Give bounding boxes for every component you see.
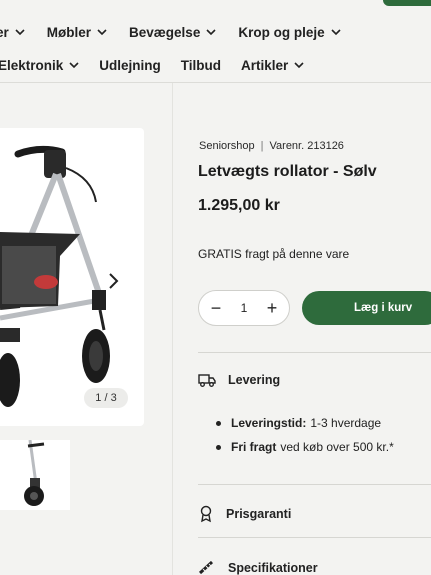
gallery-thumbnail[interactable]	[0, 440, 70, 510]
add-to-cart-button[interactable]: Læg i kurv	[302, 291, 431, 325]
header-button-edge[interactable]	[383, 0, 431, 6]
truck-icon	[198, 374, 216, 387]
product-gallery[interactable]: 1 / 3	[0, 128, 144, 426]
specifications-section-header[interactable]: Specifikationer	[198, 561, 318, 575]
nav-item-label: er	[0, 24, 9, 40]
delivery-section-header[interactable]: Levering	[198, 373, 280, 387]
free-shipping-label: Fri fragt	[231, 440, 277, 454]
delivery-details: Leveringstid: 1-3 hverdage Fri fragt ved…	[216, 411, 394, 459]
nav-item-tilbud[interactable]: Tilbud	[181, 58, 221, 73]
nav-item-artikler[interactable]: Artikler	[241, 58, 304, 73]
nav-item-label: Udlejning	[99, 57, 161, 73]
shipping-note: GRATIS fragt på denne vare	[198, 247, 350, 261]
chevron-down-icon	[15, 28, 25, 35]
image-counter: 1 / 3	[84, 388, 128, 408]
nav-divider	[0, 82, 431, 83]
chevron-down-icon	[331, 28, 341, 35]
chevron-down-icon	[206, 28, 216, 35]
section-divider	[198, 352, 431, 353]
quantity-stepper: − 1 +	[198, 290, 290, 326]
main-nav-row-2: Elektronik Udlejning Tilbud Artikler	[0, 54, 304, 76]
chevron-down-icon	[294, 61, 304, 68]
list-item: Leveringstid: 1-3 hverdage	[216, 411, 394, 435]
nav-item-udlejning[interactable]: Udlejning	[99, 58, 161, 73]
bullet-dot	[216, 420, 221, 426]
section-divider	[198, 484, 431, 485]
nav-item-elektronik[interactable]: Elektronik	[0, 58, 79, 73]
meta-separator: |	[260, 140, 264, 152]
sku-label: Varenr. 213126	[269, 140, 344, 152]
award-icon	[200, 505, 212, 523]
nav-item-krop-og-pleje[interactable]: Krop og pleje	[238, 24, 341, 40]
nav-item-label: Møbler	[46, 24, 92, 40]
delivery-title: Levering	[228, 373, 281, 387]
quantity-decrease-button[interactable]: −	[209, 298, 223, 319]
price-guarantee-title: Prisgaranti	[226, 507, 292, 521]
brand-label: Seniorshop	[199, 140, 255, 152]
specifications-title: Specifikationer	[228, 561, 318, 575]
nav-item-label: Elektronik	[0, 57, 64, 73]
nav-item-partial[interactable]: er	[0, 25, 25, 40]
nav-item-label: Krop og pleje	[238, 24, 325, 40]
delivery-time-value: 1-3 hverdage	[310, 416, 382, 430]
chevron-down-icon	[69, 61, 79, 68]
nav-item-bevaegelse[interactable]: Bevægelse	[129, 25, 216, 40]
section-divider	[198, 537, 431, 538]
list-item: Fri fragt ved køb over 500 kr.*	[216, 435, 394, 459]
add-to-cart-label: Læg i kurv	[354, 302, 413, 314]
price-guarantee-section-header[interactable]: Prisgaranti	[198, 505, 291, 523]
product-meta: Seniorshop | Varenr. 213126	[199, 140, 344, 152]
product-price: 1.295,00 kr	[198, 197, 280, 214]
nav-item-label: Tilbud	[180, 57, 222, 73]
nav-item-mobler[interactable]: Møbler	[47, 25, 107, 40]
thumbnail-image	[24, 440, 45, 506]
nav-item-label: Bevægelse	[129, 24, 201, 40]
chevron-right-icon[interactable]	[104, 268, 124, 294]
quantity-value[interactable]: 1	[241, 301, 248, 315]
free-shipping-value: ved køb over 500 kr.*	[280, 440, 394, 454]
ruler-icon	[198, 561, 214, 575]
main-nav-row-1: er Møbler Bevægelse Krop og pleje	[0, 20, 341, 44]
quantity-increase-button[interactable]: +	[265, 298, 279, 319]
bullet-dot	[216, 444, 221, 450]
chevron-down-icon	[97, 28, 107, 35]
product-title: Letvægts rollator - Sølv	[198, 163, 377, 180]
nav-item-label: Artikler	[241, 57, 289, 73]
column-divider	[172, 83, 173, 575]
delivery-time-label: Leveringstid:	[231, 416, 307, 430]
